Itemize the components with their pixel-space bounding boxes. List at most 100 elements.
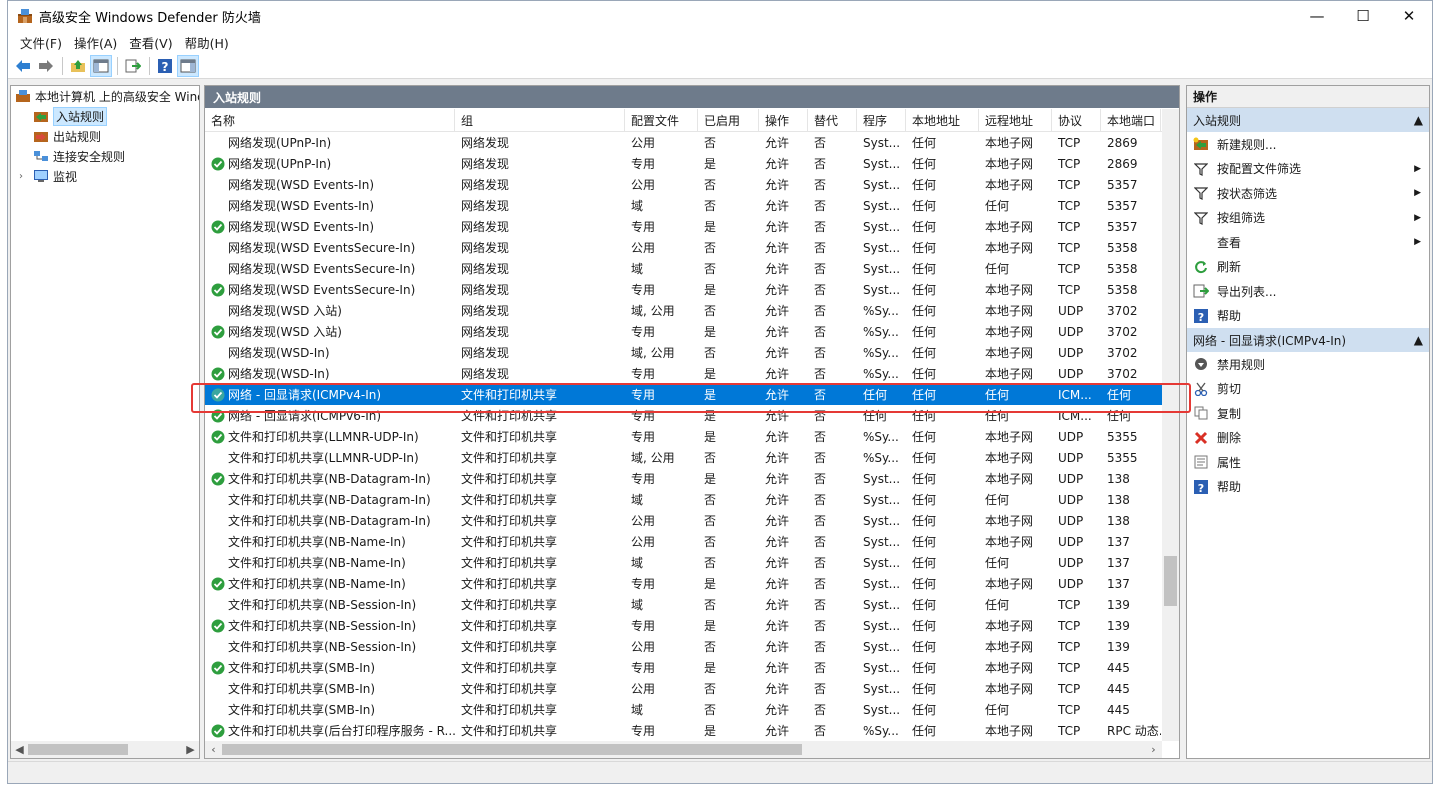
table-row[interactable]: 网络发现(WSD 入站) 网络发现 专用 是 允许 否 %Sy... 任何 本地子网 UDP 370… bbox=[205, 321, 1179, 342]
action-item[interactable]: ? 帮助 bbox=[1187, 304, 1429, 329]
actions-section-selected-rule[interactable]: 网络 - 回显请求(ICMPv4-In) ▲ bbox=[1187, 328, 1429, 352]
table-cell: 文件和打印机共享 bbox=[461, 535, 558, 549]
table-row[interactable]: 网络发现(UPnP-In) 网络发现 公用 否 允许 否 Syst... 任何 本地子网 TCP 2… bbox=[205, 132, 1179, 153]
scroll-thumb[interactable] bbox=[222, 744, 802, 755]
table-row[interactable]: 网络发现(UPnP-In) 网络发现 专用 是 允许 否 Syst... 任何 本地子网 TCP 2… bbox=[205, 153, 1179, 174]
action-item[interactable]: 新建规则... bbox=[1187, 132, 1429, 157]
action-item[interactable]: 删除 bbox=[1187, 426, 1429, 451]
column-header-group[interactable]: 组 bbox=[455, 109, 625, 131]
action-item[interactable]: ? 帮助 bbox=[1187, 475, 1429, 500]
table-row[interactable]: 网络发现(WSD EventsSecure-In) 网络发现 公用 否 允许 否 Syst.… bbox=[205, 237, 1179, 258]
table-row[interactable]: 文件和打印机共享(LLMNR-UDP-In) 文件和打印机共享 域, 公用 否 允许 否%… bbox=[205, 447, 1179, 468]
action-item[interactable]: 剪切 bbox=[1187, 377, 1429, 402]
scroll-thumb[interactable] bbox=[1164, 556, 1177, 606]
menu-view[interactable]: 查看(V) bbox=[123, 33, 178, 52]
action-item[interactable]: 按配置文件筛选 ▶ bbox=[1187, 157, 1429, 182]
table-row[interactable]: 文件和打印机共享(NB-Session-In) 文件和打印机共享 域 否 允许 否 Syst… bbox=[205, 594, 1179, 615]
forward-icon[interactable] bbox=[35, 55, 57, 77]
table-row[interactable]: 网络 - 回显请求(ICMPv6-In) 文件和打印机共享 专用 是 允许 否 任何 任何 任何… bbox=[205, 405, 1179, 426]
table-row[interactable]: 网络发现(WSD-In) 网络发现 专用 是 允许 否 %Sy... 任何 本地子网 UDP 370… bbox=[205, 363, 1179, 384]
table-cell: 文件和打印机共享 bbox=[461, 577, 558, 591]
tree-item-connection-security-rules[interactable]: 连接安全规则 bbox=[11, 146, 199, 166]
table-row[interactable]: 文件和打印机共享(NB-Name-In) 文件和打印机共享 专用 是 允许 否 Syst..… bbox=[205, 573, 1179, 594]
scroll-left-icon[interactable]: ◀ bbox=[11, 743, 28, 756]
column-header-enabled[interactable]: 已启用 bbox=[698, 109, 759, 131]
action-item[interactable]: 复制 bbox=[1187, 401, 1429, 426]
help-icon[interactable]: ? bbox=[154, 55, 176, 77]
menu-file[interactable]: 文件(F) bbox=[14, 33, 68, 52]
scroll-right-icon[interactable]: ▶ bbox=[182, 743, 199, 756]
table-row[interactable]: 网络发现(WSD-In) 网络发现 域, 公用 否 允许 否 %Sy... 任何 本地子网 UDP… bbox=[205, 342, 1179, 363]
table-row[interactable]: 网络发现(WSD EventsSecure-In) 网络发现 专用 是 允许 否 Syst.… bbox=[205, 279, 1179, 300]
table-cell: UDP bbox=[1058, 450, 1084, 465]
table-row[interactable]: 网络发现(WSD Events-In) 网络发现 专用 是 允许 否 Syst... 任何 本地… bbox=[205, 216, 1179, 237]
show-action-pane-icon[interactable] bbox=[177, 54, 199, 77]
table-row[interactable]: 文件和打印机共享(后台打印程序服务 - R... 文件和打印机共享 专用 是 允许 否 %S… bbox=[205, 720, 1179, 741]
table-row[interactable]: 网络发现(WSD EventsSecure-In) 网络发现 域 否 允许 否 Syst..… bbox=[205, 258, 1179, 279]
column-header-profile[interactable]: 配置文件 bbox=[625, 109, 698, 131]
tree-item-outbound-rules[interactable]: 出站规则 bbox=[11, 126, 199, 146]
collapse-icon[interactable]: ▲ bbox=[1414, 113, 1423, 127]
table-cell: 是 bbox=[704, 409, 717, 423]
grid-horizontal-scrollbar[interactable]: ‹ › bbox=[205, 741, 1162, 758]
table-row[interactable]: 文件和打印机共享(NB-Session-In) 文件和打印机共享 专用 是 允许 否 Sys… bbox=[205, 615, 1179, 636]
column-header-local-port[interactable]: 本地端口 bbox=[1101, 109, 1161, 131]
chevron-right-icon[interactable]: › bbox=[19, 171, 31, 182]
action-item[interactable]: 禁用规则 bbox=[1187, 352, 1429, 377]
table-row[interactable]: 文件和打印机共享(SMB-In) 文件和打印机共享 域 否 允许 否 Syst... 任何 任何… bbox=[205, 699, 1179, 720]
export-icon[interactable] bbox=[122, 55, 144, 77]
action-item[interactable]: 导出列表... bbox=[1187, 279, 1429, 304]
grid-vertical-scrollbar[interactable] bbox=[1162, 109, 1179, 741]
table-row[interactable]: 文件和打印机共享(LLMNR-UDP-In) 文件和打印机共享 专用 是 允许 否 %Sy.… bbox=[205, 426, 1179, 447]
maximize-button[interactable]: ☐ bbox=[1340, 1, 1386, 31]
close-button[interactable]: ✕ bbox=[1386, 1, 1432, 31]
table-row[interactable]: 文件和打印机共享(NB-Datagram-In) 文件和打印机共享 专用 是 允许 否 Sy… bbox=[205, 468, 1179, 489]
action-item[interactable]: 按状态筛选 ▶ bbox=[1187, 181, 1429, 206]
action-item[interactable]: 按组筛选 ▶ bbox=[1187, 206, 1429, 231]
action-item[interactable]: 属性 bbox=[1187, 450, 1429, 475]
table-row[interactable]: 文件和打印机共享(SMB-In) 文件和打印机共享 专用 是 允许 否 Syst... 任何 本… bbox=[205, 657, 1179, 678]
table-row[interactable]: 网络发现(WSD Events-In) 网络发现 域 否 允许 否 Syst... 任何 任何 T… bbox=[205, 195, 1179, 216]
tree-item-monitoring[interactable]: › 监视 bbox=[11, 166, 199, 186]
table-cell: 本地子网 bbox=[985, 430, 1034, 444]
rule-spacer bbox=[211, 514, 225, 528]
scroll-left-icon[interactable]: ‹ bbox=[205, 743, 222, 756]
tree-horizontal-scrollbar[interactable]: ◀ ▶ bbox=[11, 741, 199, 758]
rule-spacer bbox=[211, 682, 225, 696]
show-tree-icon[interactable] bbox=[90, 54, 112, 77]
back-icon[interactable] bbox=[12, 55, 34, 77]
column-header-protocol[interactable]: 协议 bbox=[1052, 109, 1101, 131]
menu-action[interactable]: 操作(A) bbox=[68, 33, 123, 52]
tree-root[interactable]: 本地计算机 上的高级安全 Windows Defender 防火墙 bbox=[11, 86, 199, 106]
toolbar-separator bbox=[62, 56, 63, 75]
column-header-action[interactable]: 操作 bbox=[759, 109, 808, 131]
table-row[interactable]: 文件和打印机共享(NB-Session-In) 文件和打印机共享 公用 否 允许 否 Sys… bbox=[205, 636, 1179, 657]
table-row[interactable]: 文件和打印机共享(SMB-In) 文件和打印机共享 公用 否 允许 否 Syst... 任何 本… bbox=[205, 678, 1179, 699]
column-header-local-address[interactable]: 本地地址 bbox=[906, 109, 979, 131]
table-row[interactable]: 文件和打印机共享(NB-Name-In) 文件和打印机共享 公用 否 允许 否 Syst..… bbox=[205, 531, 1179, 552]
action-item[interactable]: 刷新 bbox=[1187, 255, 1429, 280]
column-header-remote-address[interactable]: 远程地址 bbox=[979, 109, 1052, 131]
table-row[interactable]: 网络 - 回显请求(ICMPv4-In) 文件和打印机共享 专用 是 允许 否 任何 任何 任何… bbox=[205, 384, 1179, 405]
action-item[interactable]: 查看 ▶ bbox=[1187, 230, 1429, 255]
table-row[interactable]: 文件和打印机共享(NB-Name-In) 文件和打印机共享 域 否 允许 否 Syst...… bbox=[205, 552, 1179, 573]
column-header-override[interactable]: 替代 bbox=[808, 109, 857, 131]
pane-title: 入站规则 bbox=[205, 86, 1179, 108]
table-cell: TCP bbox=[1058, 618, 1081, 633]
table-cell: 本地子网 bbox=[985, 640, 1034, 654]
minimize-button[interactable]: — bbox=[1294, 1, 1340, 31]
table-row[interactable]: 文件和打印机共享(NB-Datagram-In) 文件和打印机共享 公用 否 允许 否 Sy… bbox=[205, 510, 1179, 531]
table-row[interactable]: 文件和打印机共享(NB-Datagram-In) 文件和打印机共享 域 否 允许 否 Sys… bbox=[205, 489, 1179, 510]
column-header-program[interactable]: 程序 bbox=[857, 109, 906, 131]
scroll-right-icon[interactable]: › bbox=[1145, 743, 1162, 756]
tree-item-inbound-rules[interactable]: 入站规则 bbox=[11, 106, 199, 126]
column-header-name[interactable]: 名称 bbox=[205, 109, 455, 131]
table-cell: 任何 bbox=[912, 157, 937, 171]
table-row[interactable]: 网络发现(WSD Events-In) 网络发现 公用 否 允许 否 Syst... 任何 本地… bbox=[205, 174, 1179, 195]
table-row[interactable]: 网络发现(WSD 入站) 网络发现 域, 公用 否 允许 否 %Sy... 任何 本地子网 UDP… bbox=[205, 300, 1179, 321]
menu-help[interactable]: 帮助(H) bbox=[179, 33, 235, 52]
actions-section-inbound[interactable]: 入站规则 ▲ bbox=[1187, 108, 1429, 132]
collapse-icon[interactable]: ▲ bbox=[1414, 333, 1423, 347]
up-folder-icon[interactable] bbox=[67, 55, 89, 77]
scroll-thumb[interactable] bbox=[28, 744, 128, 755]
